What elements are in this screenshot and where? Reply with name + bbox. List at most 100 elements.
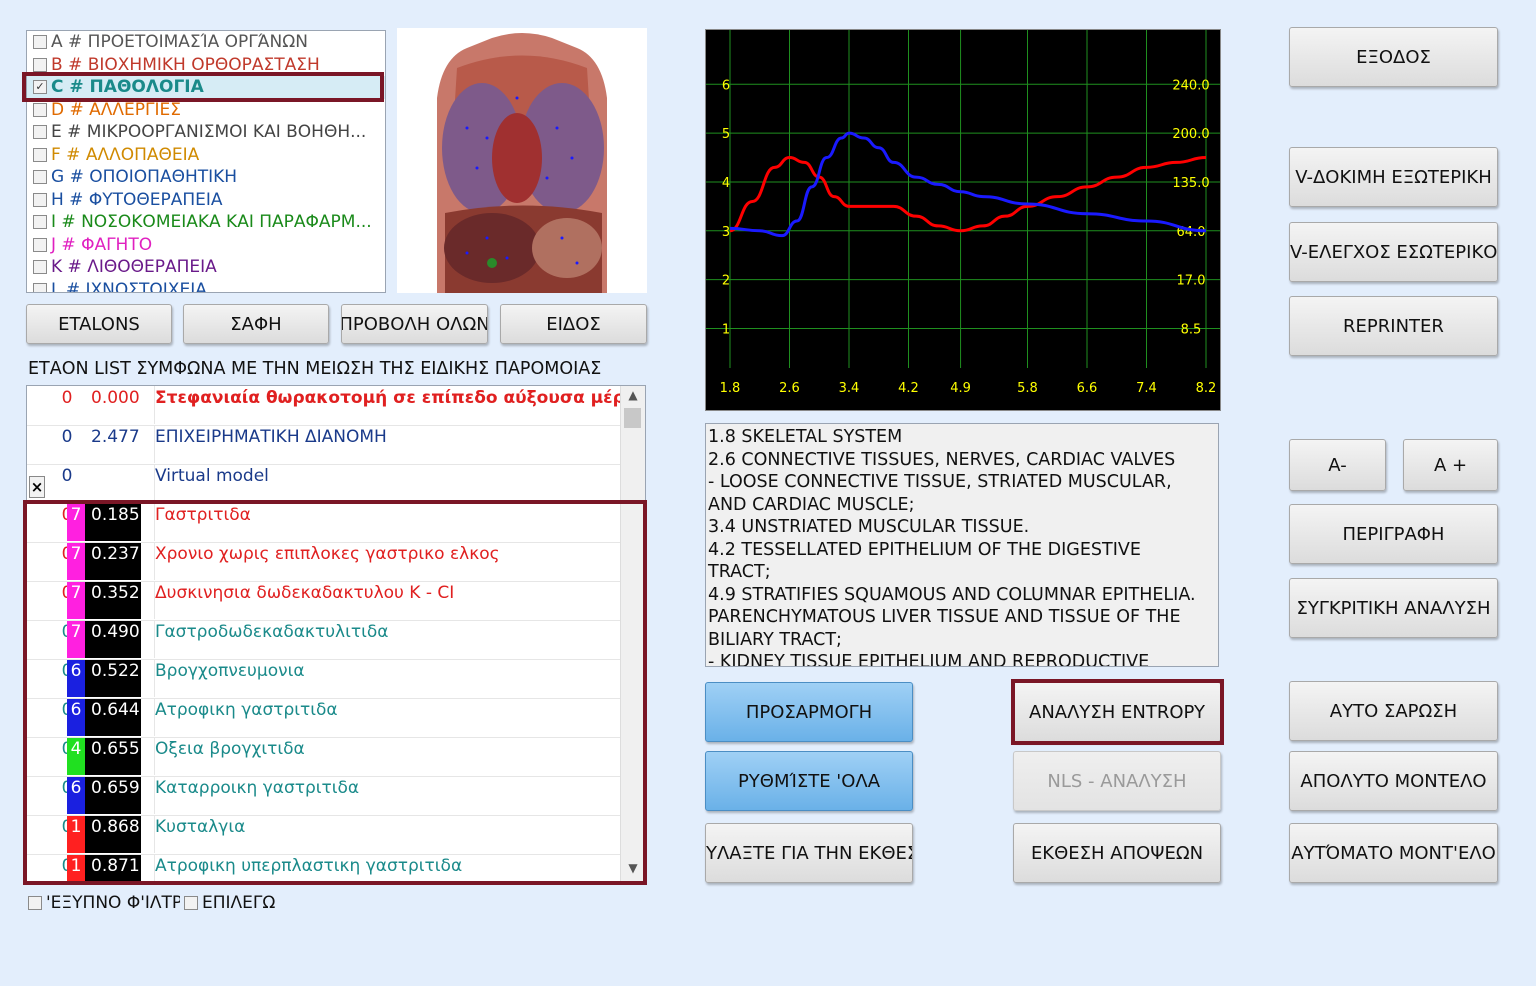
category-checkbox[interactable] <box>33 170 47 185</box>
category-checkbox[interactable] <box>33 102 47 117</box>
row-level: 4 <box>67 737 85 775</box>
etalon-row[interactable]: 010.868Κυσταλγια <box>27 815 621 855</box>
row-value: 0.659 <box>85 776 141 814</box>
scroll-down-icon[interactable]: ▼ <box>621 861 645 879</box>
comparative-analysis-button[interactable]: ΣΥΓΚΡΙΤΙΚΗ ΑΝΑΛΥΣΗ <box>1289 578 1498 638</box>
etalon-row[interactable]: × 0 Virtual model <box>27 464 621 504</box>
description-text[interactable]: 1.8 SKELETAL SYSTEM 2.6 CONNECTIVE TISSUE… <box>705 423 1219 667</box>
x-tick-label: 3.4 <box>839 381 860 396</box>
row-name: Γαστριτιδα <box>154 503 625 541</box>
description-line: 2.6 CONNECTIVE TISSUES, NERVES, CARDIAC … <box>708 449 1176 470</box>
category-list[interactable]: A # ΠΡΟΕΤΟΙΜΑΣΊΑ ΟΡΓΆΝΩΝ B # ΒΙΟΧΗΜΙΚΗ ΟΡ… <box>26 30 386 293</box>
row-mark <box>27 827 45 847</box>
etalon-row[interactable]: 070.490Γαστροδωδεκαδακτυλιτιδα <box>27 620 621 660</box>
v-test-external-button[interactable]: V-ΔΟΚΙΜΗ ΕΞΩΤΕΡΙΚΗ <box>1289 147 1498 207</box>
category-item[interactable]: I # ΝΟΣΟΚΟΜΕΙΑΚΑ ΚΑΙ ΠΑΡΑΦΑΡΜ... <box>27 211 385 234</box>
y-right-tick-label: 135.0 <box>1172 176 1209 191</box>
font-increase-button[interactable]: A + <box>1403 439 1498 491</box>
etalon-row[interactable]: 0 2.477 ΕΠΙΧΕΙΡΗΜΑΤΙΚΗ ΔΙΑΝΟΜΗ <box>27 425 621 465</box>
save-report-button[interactable]: ΥΛΑΞΤΕ ΓΙΑ ΤΗΝ ΕΚΘΕΣ <box>705 823 913 883</box>
y-left-tick-label: 4 <box>722 176 730 191</box>
category-item[interactable]: D # ΑΛΛΕΡΓΙΕΣ <box>27 99 385 122</box>
row-name: Χρονιο χωρις επιπλοκες γαστρικο ελκος <box>154 542 625 580</box>
category-checkbox[interactable] <box>33 35 47 50</box>
reprinter-button[interactable]: REPRINTER <box>1289 296 1498 356</box>
description-line: TRACT; <box>708 562 771 582</box>
category-label: E # ΜΙΚΡΟΟΡΓΑΝΙΣΜΟΙ ΚΑΙ ΒΟΗΘΗ... <box>51 122 367 143</box>
v-check-internal-button[interactable]: V-ΕΛΕΓΧΟΣ ΕΣΩΤΕΡΙΚΟΥ <box>1289 222 1498 282</box>
row-mark <box>27 437 45 457</box>
category-checkbox[interactable] <box>33 237 47 252</box>
category-item[interactable]: A # ΠΡΟΕΤΟΙΜΑΣΊΑ ΟΡΓΆΝΩΝ <box>27 31 385 54</box>
etalon-row[interactable]: 070.185Γαστριτιδα <box>27 503 621 543</box>
category-checkbox[interactable] <box>33 260 47 275</box>
eidos-button[interactable]: ΕΙΔΟΣ <box>500 304 647 344</box>
safi-button[interactable]: ΣΑΦΗ <box>183 304 329 344</box>
list-scrollbar[interactable]: ▲ ▼ <box>620 386 645 881</box>
etalon-row[interactable]: 010.871Ατροφικη υπερπλαστικη γαστριτιδα <box>27 854 621 881</box>
etalon-row[interactable]: 0 0.000 Στεφανιαία θωρακοτομή σε επίπεδο α… <box>27 386 625 426</box>
category-label: H # ΦΥΤΟΘΕΡΑΠΕΙΑ <box>51 189 223 210</box>
category-item[interactable]: E # ΜΙΚΡΟΟΡΓΑΝΙΣΜΟΙ ΚΑΙ ΒΟΗΘΗ... <box>27 121 385 144</box>
category-item[interactable]: L # ΙΧΝΟΣΤΟΙΧΕΙΑ <box>27 279 385 292</box>
category-checkbox[interactable] <box>33 215 47 230</box>
category-checkbox[interactable] <box>33 282 47 292</box>
nls-analysis-button[interactable]: NLS - ΑΝΑΛΥΣΗ <box>1013 751 1221 811</box>
smart-filter-checkbox[interactable]: 'ΕΞΥΠΝΟ Φ'ΙΛΤΡ <box>28 893 180 913</box>
etalon-row[interactable]: 040.655Οξεια βρογχιτιδα <box>27 737 621 777</box>
category-item[interactable]: K # ΛΙΘΟΘΕΡΑΠΕΙΑ <box>27 256 385 279</box>
category-item[interactable]: ✓ C # ΠΑΘΟΛΟΓΙΑ <box>27 76 385 99</box>
category-checkbox[interactable] <box>33 57 47 72</box>
category-item[interactable]: H # ΦΥΤΟΘΕΡΑΠΕΙΑ <box>27 189 385 212</box>
row-mark <box>27 866 45 881</box>
select-box[interactable] <box>184 896 198 910</box>
adjust-button[interactable]: ΠΡΟΣΑΡΜΟΓΗ <box>705 682 913 742</box>
category-checkbox[interactable]: ✓ <box>33 80 47 95</box>
row-name: Virtual model <box>154 464 625 502</box>
description-button[interactable]: ΠΕΡΙΓΡΑΦΗ <box>1289 504 1498 564</box>
category-item[interactable]: G # ΟΠΟΙΟΠΑΘΗΤΙΚΗ <box>27 166 385 189</box>
row-number: 0 <box>61 388 73 408</box>
etalon-row[interactable]: 060.522Βρογχοπνευμονια <box>27 659 621 699</box>
category-label: I # ΝΟΣΟΚΟΜΕΙΑΚΑ ΚΑΙ ΠΑΡΑΦΑΡΜ... <box>51 212 372 233</box>
row-value: 0.868 <box>85 815 141 853</box>
font-decrease-button[interactable]: A- <box>1289 439 1386 491</box>
etalon-row[interactable]: 060.644Ατροφικη γαστριτιδα <box>27 698 621 738</box>
category-checkbox[interactable] <box>33 147 47 162</box>
automatic-model-button[interactable]: ΑΥΤΌΜΑΤΟ ΜΟΝΤ'ΕΛΟ <box>1289 823 1498 883</box>
category-label: K # ΛΙΘΟΘΕΡΑΠΕΙΑ <box>51 257 217 278</box>
row-level: 6 <box>67 776 85 814</box>
show-all-button[interactable]: ΠΡΟΒΟΛΗ ΟΛΩΝ <box>341 304 488 344</box>
auto-scan-button[interactable]: ΑΥΤΟ ΣΑΡΩΣΗ <box>1289 681 1498 741</box>
category-item[interactable]: J # ΦΑΓΗΤΟ <box>27 234 385 257</box>
etalon-list[interactable]: 010.871Ατροφικη υπερπλαστικη γαστριτιδα0… <box>26 385 646 882</box>
opinion-report-button[interactable]: ΕΚΘΕΣΗ ΑΠΟΨΕΩΝ <box>1013 823 1221 883</box>
etalon-list-title: ΕΤΑΟΝ LIST ΣΥΜΦΩΝΑ ΜΕ ΤΗΝ ΜΕΙΩΣΗ ΤΗΣ ΕΙΔ… <box>28 359 602 379</box>
entropy-analysis-button[interactable]: ΑΝΑΛΥΣΗ ENTROPY <box>1013 682 1221 742</box>
scroll-thumb[interactable] <box>624 408 641 428</box>
row-value: 0.185 <box>85 503 141 541</box>
absolute-model-button[interactable]: ΑΠΟΛΥΤΟ ΜΟΝΤΕΛΟ <box>1289 751 1498 811</box>
description-line: BILIARY TRACT; <box>708 629 842 650</box>
category-item[interactable]: F # ΑΛΛΟΠΑΘΕΙΑ <box>27 144 385 167</box>
row-value: 0.000 <box>91 388 140 408</box>
set-all-button[interactable]: ΡΥΘΜΊΣΤΕ 'ΟΛΑ <box>705 751 913 811</box>
row-name: Καταρροικη γαστριτιδα <box>154 776 625 814</box>
exit-button[interactable]: ΕΞΟΔΟΣ <box>1289 27 1498 87</box>
smart-filter-box[interactable] <box>28 896 42 910</box>
row-mark <box>27 749 45 769</box>
scroll-up-icon[interactable]: ▲ <box>621 388 645 406</box>
select-checkbox[interactable]: ΕΠΙΛΕΓΩ <box>184 893 275 913</box>
etalon-row[interactable]: 070.352Δυσκινησια δωδεκαδακτυλου K - CI <box>27 581 621 621</box>
etalon-row[interactable]: 070.237Χρονιο χωρις επιπλοκες γαστρικο ε… <box>27 542 621 582</box>
description-line: PARENCHYMATOUS LIVER TISSUE AND TISSUE O… <box>708 607 1181 627</box>
y-left-tick-label: 2 <box>722 274 730 289</box>
category-label: C # ΠΑΘΟΛΟΓΙΑ <box>51 77 204 98</box>
etalons-button[interactable]: ETALONS <box>26 304 172 344</box>
category-checkbox[interactable] <box>33 125 47 140</box>
category-item[interactable]: B # ΒΙΟΧΗΜΙΚΗ ΟΡΘΟΡΑΣΤΑΣΗ <box>27 54 385 77</box>
etalon-row[interactable]: 060.659Καταρροικη γαστριτιδα <box>27 776 621 816</box>
category-checkbox[interactable] <box>33 192 47 207</box>
y-left-tick-label: 1 <box>722 322 730 337</box>
x-tick-label: 1.8 <box>720 381 741 396</box>
